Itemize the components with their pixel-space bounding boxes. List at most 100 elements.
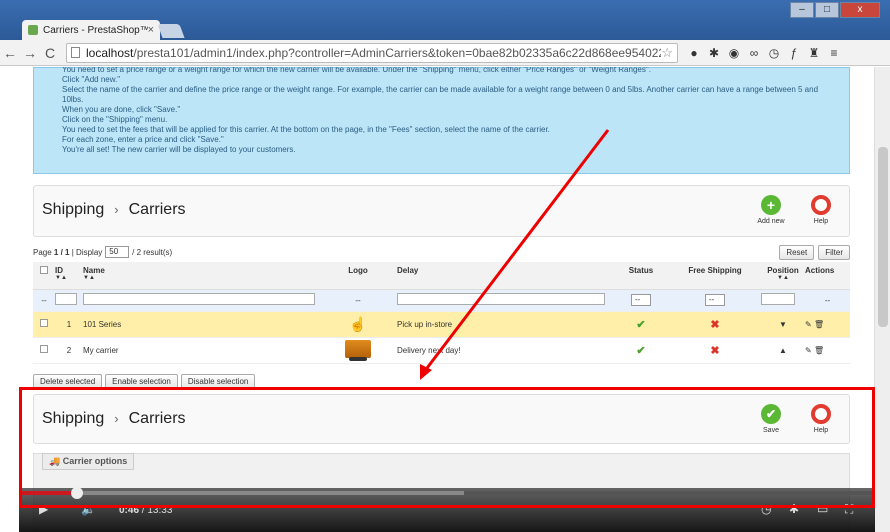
save-button[interactable]: ✔ Save <box>751 404 791 434</box>
filter-free-shipping-select[interactable]: -- <box>704 294 726 306</box>
fullscreen-icon[interactable]: ⛶ <box>845 502 853 517</box>
back-icon[interactable]: ← <box>0 45 20 61</box>
help-box: You need to set a price range or a weigh… <box>33 67 850 174</box>
reset-button[interactable]: Reset <box>779 244 815 260</box>
breadcrumb-separator: › <box>114 202 119 217</box>
tab-title: Carriers - PrestaShop™ <box>43 24 148 36</box>
browser-tab[interactable]: Carriers - PrestaShop™ × <box>22 20 160 40</box>
settings-gear-icon[interactable]: ✱ <box>789 502 799 516</box>
row-checkbox[interactable] <box>40 345 48 353</box>
help-line: Click on the "Shipping" menu. <box>62 115 168 124</box>
extension-circle-icon[interactable]: ● <box>684 46 704 60</box>
breadcrumb: Shipping › Carriers <box>42 201 186 219</box>
delete-selected-button[interactable]: Delete selected <box>33 374 103 389</box>
menu-icon[interactable]: ≡ <box>824 46 844 60</box>
played-bar <box>19 491 78 495</box>
status-enabled-icon[interactable]: ✔ <box>636 319 645 331</box>
per-page-select[interactable]: 50 <box>105 246 130 258</box>
page-label: Page <box>33 247 52 257</box>
help-button[interactable]: Help <box>801 195 841 225</box>
tab-close-icon[interactable]: × <box>148 24 154 36</box>
delete-icon[interactable]: 🗑 <box>814 346 824 355</box>
status-enabled-icon[interactable]: ✔ <box>636 345 645 357</box>
table-header-row: ID ▼▲ Name ▼▲ Logo Delay Status Free Shipp… <box>33 262 850 290</box>
list-header-panel: Shipping › Carriers + Add new Help <box>33 185 850 237</box>
breadcrumb: Shipping › Carriers <box>42 410 186 428</box>
extension-gear-icon[interactable]: ✱ <box>704 46 724 60</box>
free-shipping-disabled-icon[interactable]: ✖ <box>710 319 719 331</box>
page-scrollbar[interactable] <box>874 67 890 532</box>
breadcrumb-parent[interactable]: Shipping <box>42 201 104 218</box>
help-line: For each zone, enter a price and click "… <box>62 135 224 144</box>
row-checkbox[interactable] <box>40 319 48 327</box>
table-row[interactable]: 1 101 Series ☝ Pick up in-store ✔ ✖ ▼ ✎ … <box>33 311 850 338</box>
video-progress-bar[interactable] <box>19 487 875 499</box>
volume-icon[interactable]: 🔈 <box>81 502 96 516</box>
col-logo: Logo <box>348 266 368 275</box>
filter-dash: -- <box>33 289 55 312</box>
help-line: You need to set the fees that will be ap… <box>62 125 550 134</box>
filter-position-input[interactable] <box>761 293 795 305</box>
sort-name-icon[interactable]: ▼▲ <box>83 275 319 281</box>
row-id: 2 <box>55 337 83 364</box>
bookmark-star-icon[interactable]: ☆ <box>661 45 673 61</box>
filter-id-input[interactable] <box>55 293 77 305</box>
extension-search-icon[interactable]: ◉ <box>724 46 744 60</box>
filter-name-input[interactable] <box>83 293 315 305</box>
help-line: When you are done, click "Save." <box>62 105 181 114</box>
delete-icon[interactable]: 🗑 <box>814 320 824 329</box>
scrollbar-thumb[interactable] <box>878 147 888 327</box>
extension-formula-icon[interactable]: ƒ <box>784 46 804 60</box>
filter-button[interactable]: Filter <box>818 244 850 260</box>
extension-clock-icon[interactable]: ◷ <box>764 46 784 60</box>
move-down-icon[interactable]: ▼ <box>779 320 787 329</box>
col-position: Position <box>767 266 799 275</box>
edit-header-panel: Shipping › Carriers ✔ Save Help <box>33 394 850 444</box>
fieldset-legend: 🚚 Carrier options <box>42 453 135 470</box>
maximize-button[interactable]: □ <box>815 2 839 18</box>
filter-actions-dash: -- <box>805 289 850 312</box>
free-shipping-disabled-icon[interactable]: ✖ <box>710 345 719 357</box>
page-title: Carriers <box>128 410 186 427</box>
move-up-icon[interactable]: ▲ <box>779 346 787 355</box>
checkmark-icon: ✔ <box>761 404 781 424</box>
filter-delay-input[interactable] <box>397 293 605 305</box>
select-all-checkbox[interactable] <box>40 266 48 274</box>
help-button[interactable]: Help <box>801 404 841 434</box>
sort-id-icon[interactable]: ▼▲ <box>55 275 83 281</box>
edit-icon[interactable]: ✎ <box>805 320 812 329</box>
enable-selection-button[interactable]: Enable selection <box>105 374 178 389</box>
extension-glasses-icon[interactable]: ∞ <box>744 46 764 60</box>
address-bar[interactable]: localhost/presta101/admin1/index.php?con… <box>66 42 678 63</box>
breadcrumb-parent[interactable]: Shipping <box>42 410 104 427</box>
edit-icon[interactable]: ✎ <box>805 346 812 355</box>
extension-puzzle-icon[interactable]: ♜ <box>804 46 824 60</box>
col-free-shipping: Free Shipping <box>688 266 742 275</box>
play-icon[interactable]: ▶ <box>39 502 48 516</box>
page-viewport: You need to set a price range or a weigh… <box>0 67 874 532</box>
new-tab-button[interactable] <box>157 24 185 38</box>
disable-selection-button[interactable]: Disable selection <box>180 374 256 389</box>
table-row[interactable]: 2 My carrier Delivery next day! ✔ ✖ ▲ ✎ … <box>33 337 850 364</box>
add-new-button[interactable]: + Add new <box>751 195 791 225</box>
buffered-bar <box>19 491 465 495</box>
plus-icon: + <box>761 195 781 215</box>
url-text: localhost/presta101/admin1/index.php?con… <box>86 45 662 60</box>
forward-icon[interactable]: → <box>20 45 40 61</box>
mouse-cursor-icon: ☝ <box>349 315 367 332</box>
page-value: 1 / 1 <box>53 247 70 257</box>
reload-icon[interactable]: C <box>40 45 60 61</box>
bulk-actions: Delete selected Enable selection Disable… <box>33 374 256 389</box>
truck-icon: 🚚 <box>49 456 61 466</box>
help-line: You need to set a price range or a weigh… <box>62 67 651 74</box>
sort-position-icon[interactable]: ▼▲ <box>761 275 805 281</box>
watch-later-icon[interactable]: ◷ <box>761 502 771 516</box>
breadcrumb-separator: › <box>114 411 119 426</box>
theater-mode-icon[interactable]: ▭ <box>817 502 828 516</box>
scrub-handle[interactable] <box>71 487 84 499</box>
filter-status-select[interactable]: -- <box>630 294 652 306</box>
row-id: 1 <box>55 311 83 338</box>
window-controls: – □ x <box>789 2 880 18</box>
close-window-button[interactable]: x <box>840 2 880 18</box>
minimize-button[interactable]: – <box>790 2 814 18</box>
